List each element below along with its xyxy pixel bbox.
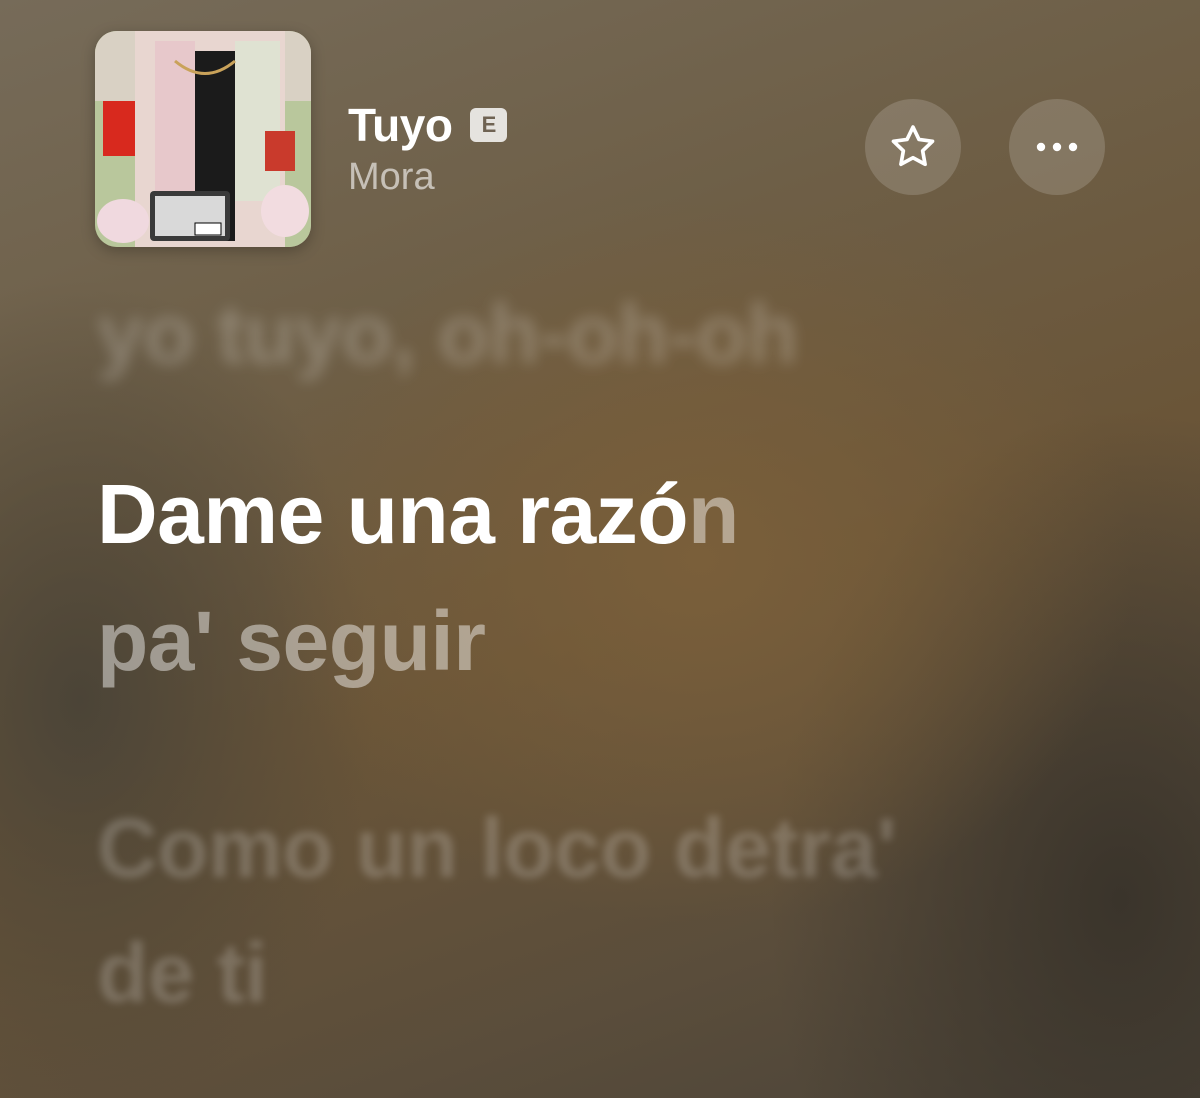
favorite-button[interactable] [865, 99, 961, 195]
lyric-line-current[interactable]: Dame una razón [97, 466, 739, 563]
track-artist[interactable]: Mora [348, 156, 507, 199]
lyric-current-sung: Dame una razó [97, 467, 689, 561]
lyric-current-unsung: n [688, 467, 739, 561]
album-artwork[interactable] [95, 31, 311, 247]
more-options-button[interactable] [1009, 99, 1105, 195]
lyric-line-previous[interactable]: yo tuyo, oh-oh-oh [97, 286, 798, 383]
lyric-line-next-continued[interactable]: de ti [97, 925, 268, 1022]
track-title[interactable]: Tuyo [348, 98, 453, 152]
lyric-line-current-continued[interactable]: pa' seguir [97, 593, 486, 690]
track-title-row: Tuyo E [348, 98, 508, 152]
album-artwork-image [95, 31, 311, 247]
explicit-badge: E [470, 108, 508, 142]
ellipsis-icon [1036, 142, 1078, 152]
star-icon [891, 125, 935, 167]
lyric-line-next[interactable]: Como un loco detra' [97, 800, 897, 897]
track-info: Tuyo E Mora [348, 98, 508, 199]
